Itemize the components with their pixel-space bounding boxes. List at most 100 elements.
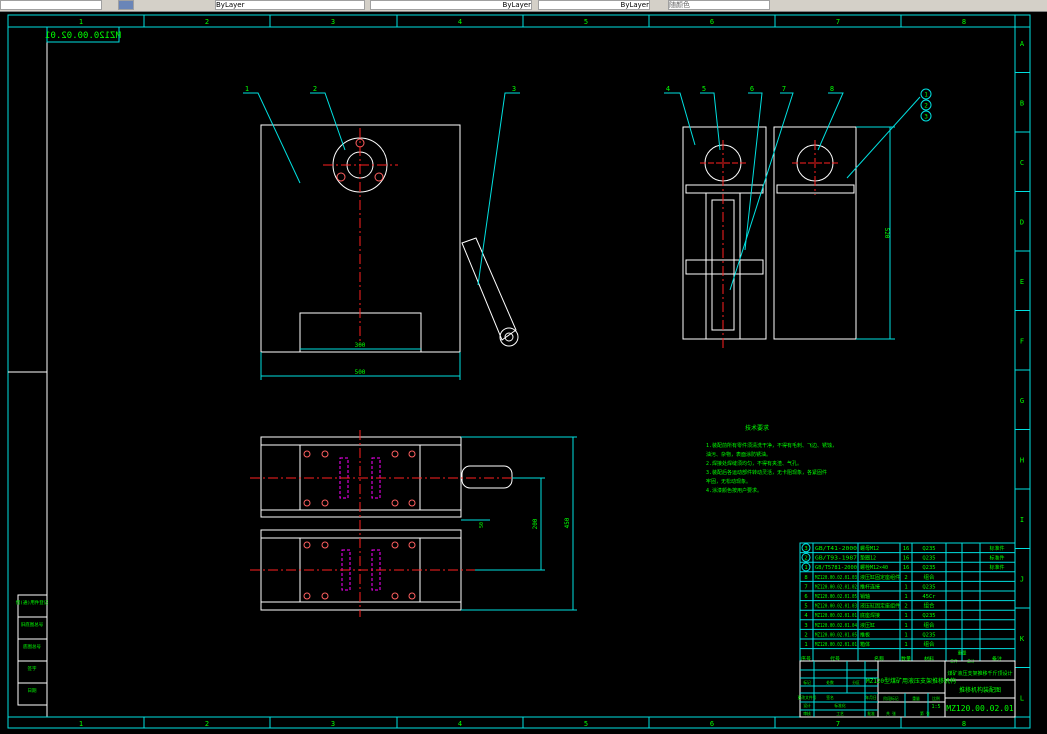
dim-height-side: 520 [883,228,890,239]
part-no: 1 [804,642,807,648]
border-column-labels: 1 1 2 2 3 3 4 4 5 5 6 6 7 7 8 8 [79,15,966,728]
part-no: 3 [804,546,807,552]
part-code: GB/T93-1987 [815,556,857,562]
left-label: 签字 [28,665,37,672]
title-block-label: 分区 [852,680,860,685]
row-label: D [1020,219,1024,227]
dim-plan-height: 450 [564,517,571,528]
dim-small: 50 [479,522,485,528]
balloon-label: 4 [666,85,670,93]
row-label: I [1020,516,1024,524]
part-material: 组合 [923,602,935,610]
balloon-label: 5 [702,85,706,93]
header-no: 序号 [801,656,811,663]
row-label: B [1020,100,1024,108]
note-line: 3.装配后各运动部件转动灵活，无卡阻现象，各紧固件 [706,469,827,476]
header-weight: 重量 [958,650,967,657]
part-material: Q235 [922,546,935,552]
part-no: 2 [804,632,807,638]
title-block-label: 审核 [803,711,811,716]
linetype-dropdown[interactable]: ByLayer [370,0,532,10]
title-block-label: 处数 [826,680,834,685]
border-row-labels: A B C D E F G H I J K L [1015,40,1030,703]
drawing-name: 推移机构装配图 [959,686,1001,694]
dim-plan-offset: 200 [532,518,539,529]
balloon-label: 1 [924,92,928,99]
lineweight-dropdown[interactable]: ByLayer [538,0,650,10]
part-qty: 16 [903,565,910,571]
left-label: 借(通)用件登记 [16,599,49,606]
part-qty: 2 [904,575,907,581]
part-material: Q235 [922,556,935,562]
part-qty: 16 [903,556,910,562]
part-code: MZ120.00.02.01.03 [815,604,857,610]
title-block-label: 重量 [912,696,920,701]
title-block-label: 标准化 [834,703,846,708]
column-label: 1 [79,720,83,728]
row-label: A [1020,40,1025,48]
side-views: 520 [664,92,921,350]
note-line: 2.焊接处焊缝须均匀，不得有夹渣、气孔。 [706,460,802,467]
dim-inner-width: 300 [355,342,366,349]
part-material: Q235 [922,584,935,590]
plan-view: 450 200 50 [250,430,577,617]
left-label: 底图总号 [23,643,41,650]
part-name: 销轴 [860,593,870,600]
header-name: 名称 [874,656,884,663]
title-block-label: 第 张 [920,711,930,716]
product-name: MZ120型煤矿用液压支架推移机构 [866,677,956,685]
layer-dropdown[interactable] [0,0,102,10]
part-no: 5 [804,604,807,610]
part-qty: 16 [903,546,910,552]
part-qty: 1 [904,613,907,619]
balloon-label: 7 [782,85,786,93]
part-note: 标准件 [989,545,1004,552]
note-line: 4.涂漆颜色按用户要求。 [706,487,762,494]
column-label: 6 [710,18,714,26]
row-label: J [1020,576,1024,584]
drawing-canvas[interactable]: 1 1 2 2 3 3 4 4 5 5 6 6 7 7 8 8 A B C D E F G H I J K L MZ120.00.0… [0,12,1047,734]
parts-row: 8 MZ120.00.02.01.03 液压缸固定座组件 2 组合 [800,573,1015,582]
note-line: 油污、杂物，表面涂防锈油。 [706,451,771,458]
header-code: 代号 [830,656,840,663]
row-label: H [1020,457,1024,465]
row-label: C [1020,159,1024,167]
balloon-label: 3 [512,85,516,93]
balloon-label: 2 [924,103,928,110]
parts-row: 1 GB/T5781-2000 螺栓M12×40 16 Q235 标准件 [800,562,1015,573]
scale: 1:5 [931,704,940,710]
parts-row: 7 MZ120.00.02.01.02 推杆连接 1 Q235 [800,583,1015,592]
part-qty: 1 [904,642,907,648]
drawing-number: MZ120.00.02.01 [946,704,1014,713]
part-name: 箱体 [860,641,870,648]
column-label: 5 [584,720,588,728]
parts-row: 3 GB/T41-2000 螺母M12 16 Q235 标准件 [800,543,1015,554]
color-dropdown[interactable]: ByLayer [215,0,365,10]
part-material: 组合 [923,573,935,581]
title-block-label: 批准 [867,711,875,716]
part-material: Q235 [922,565,935,571]
title-block-label: 工艺 [836,711,844,716]
parts-row: 4 MZ120.00.02.01.01 底座焊接 1 Q235 [800,612,1015,621]
cad-toolbar: ByLayer ByLayer ByLayer 随颜色 [0,0,1047,12]
plotstyle-dropdown[interactable]: 随颜色 [668,0,770,10]
balloon-label: 6 [750,85,754,93]
balloon-label: 8 [830,85,834,93]
left-label: 日期 [28,688,37,694]
part-material: Q235 [922,632,935,638]
balloon-label: 1 [245,85,249,93]
left-label-box [17,594,48,618]
balloon-label: 2 [313,85,317,93]
part-code: GB/T5781-2000 [815,565,857,571]
part-material: 45Cr [922,594,936,600]
layer-properties-icon[interactable] [118,0,134,10]
notes-title: 技术要求 [745,424,769,432]
part-code: MZ120.00.02.01.03 [815,575,857,581]
title-block-label: 年月日 [865,695,877,700]
part-material: Q235 [922,613,935,619]
row-label: F [1020,338,1024,346]
parts-row: 5 MZ120.00.02.01.03 液压缸固定座组件 2 组合 [800,602,1015,611]
column-label: 7 [836,18,840,26]
parts-row: 6 MZ120.00.02.01.05 销轴 1 45Cr [800,593,1015,602]
parts-row: 2 GB/T93-1987 垫圈12 16 Q235 标准件 [800,552,1015,563]
